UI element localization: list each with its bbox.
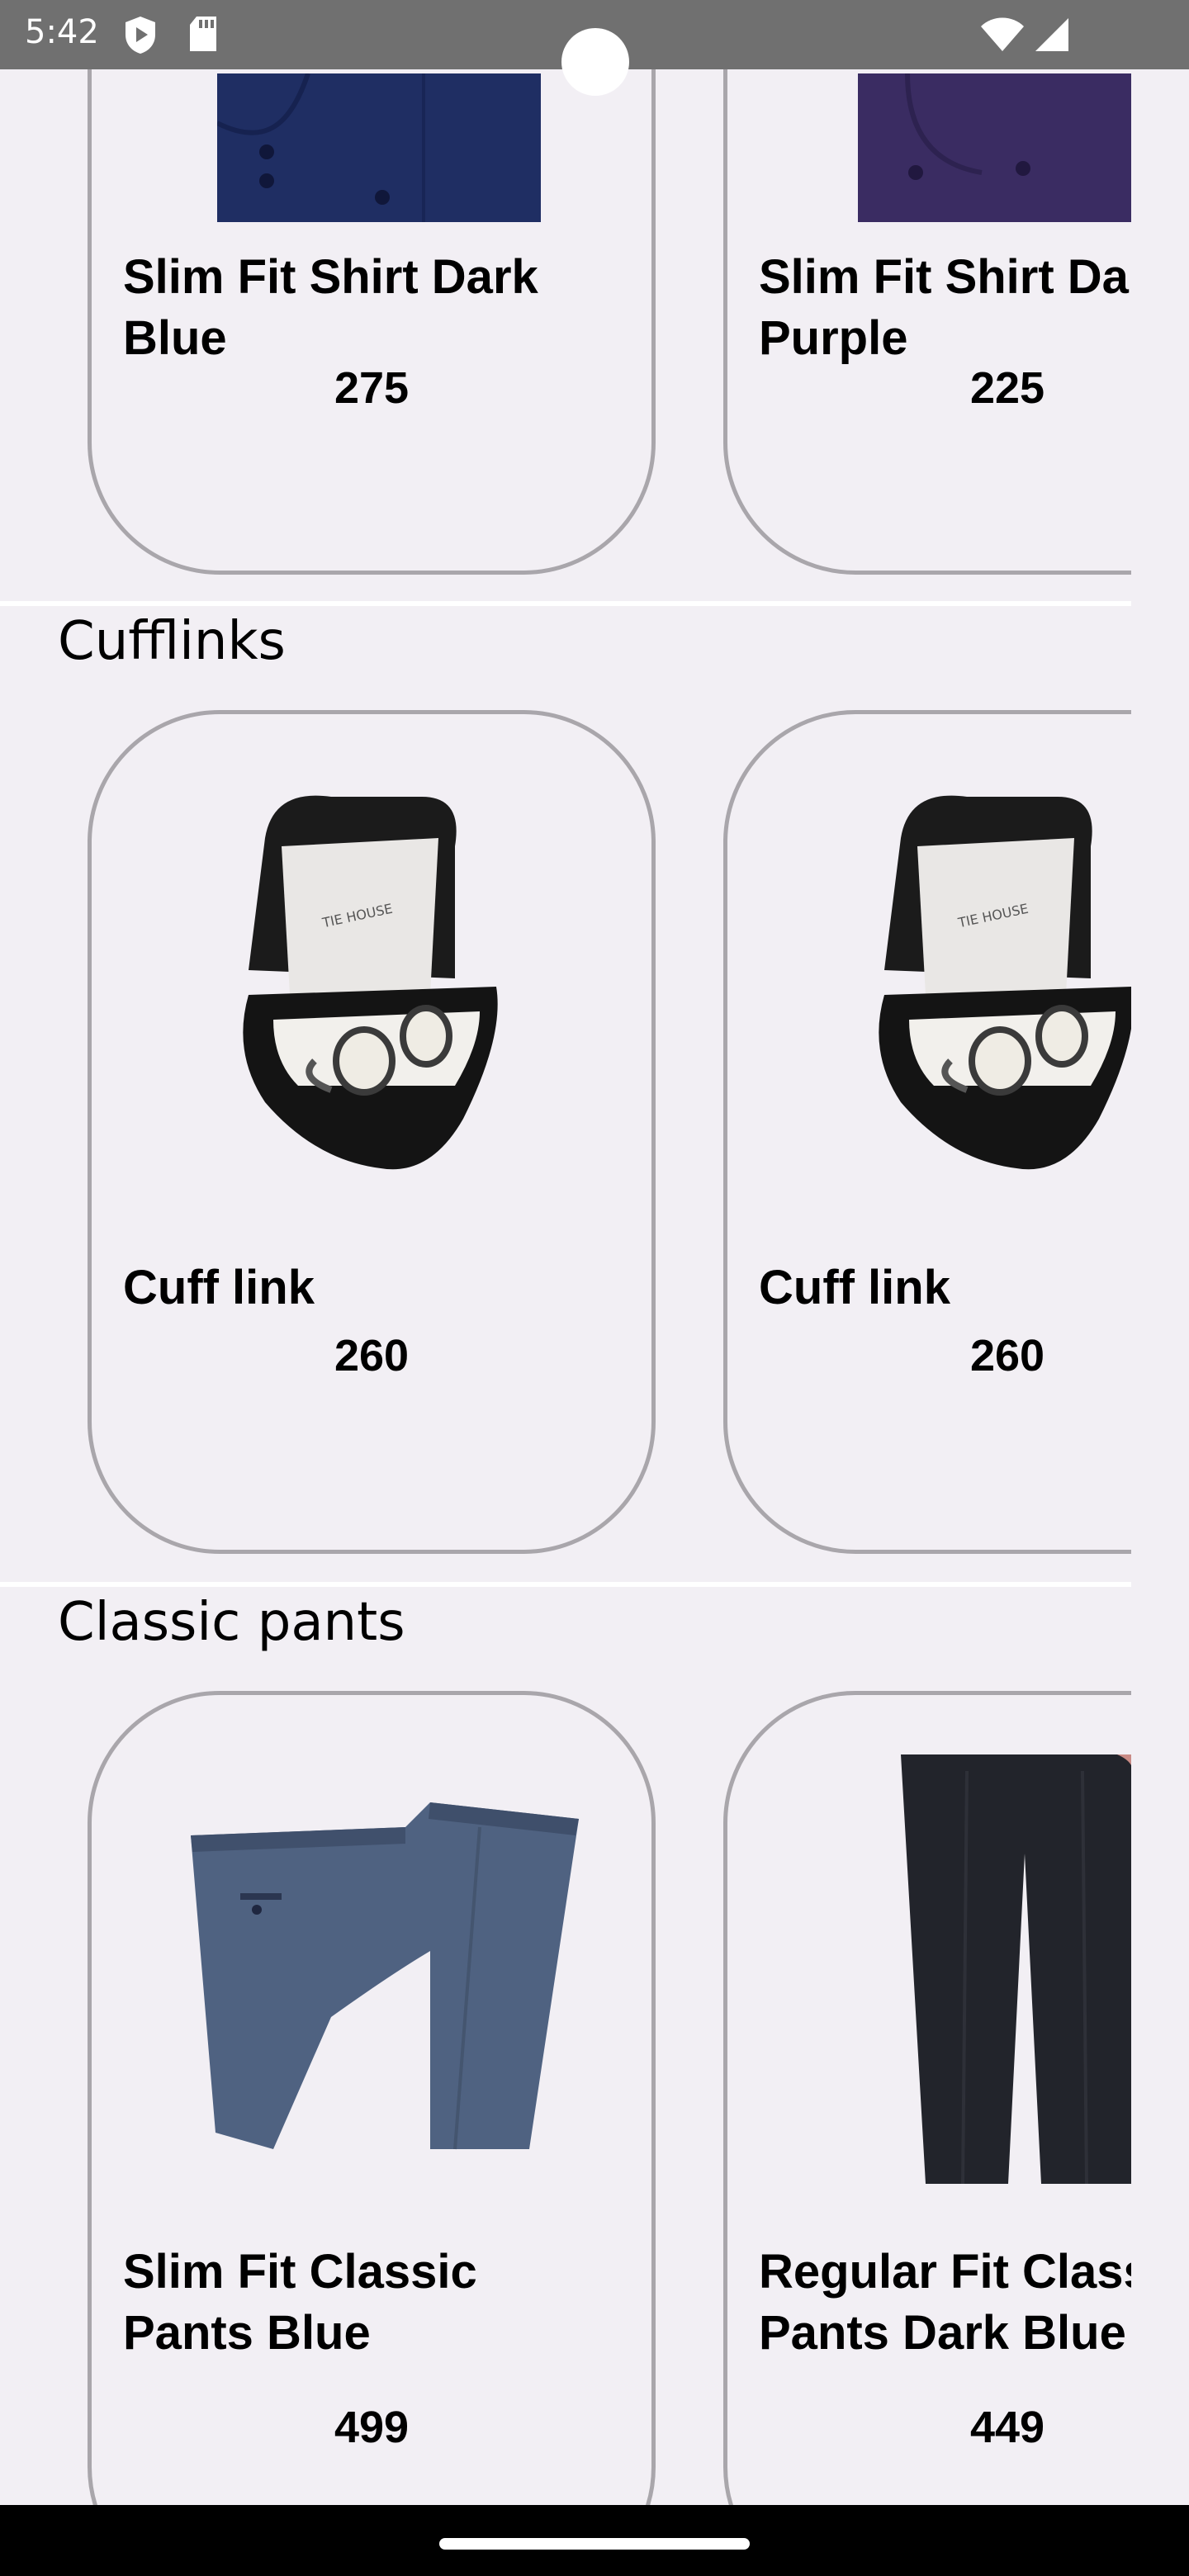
section-divider xyxy=(0,601,1131,606)
product-card[interactable]: TIE HOUSE Cuff link 260 xyxy=(723,710,1131,1554)
product-price: 275 xyxy=(334,363,410,413)
product-name: Cuff link xyxy=(759,1261,950,1314)
product-price: 260 xyxy=(334,1331,410,1380)
play-protect-icon xyxy=(122,15,159,59)
product-name: Slim Fit Shirt Dark Blue xyxy=(123,250,538,365)
section-title: Classic pants xyxy=(58,1592,405,1653)
navigation-bar xyxy=(0,2505,1189,2576)
status-bar: 5:42 xyxy=(0,0,1189,96)
product-card[interactable]: Slim Fit Shirt Dark Blue 275 xyxy=(88,69,656,575)
section-title: Cufflinks xyxy=(58,611,286,672)
product-card[interactable]: Regular Fit Classic Pants Dark Blue 449 xyxy=(723,1691,1131,2505)
product-image-pants-dark-blue xyxy=(901,1754,1131,2188)
section-divider xyxy=(0,1582,1131,1587)
wifi-icon xyxy=(979,17,1026,57)
product-image-shirt-purple xyxy=(858,73,1131,226)
product-price: 449 xyxy=(969,2403,1045,2452)
signal-icon xyxy=(1034,17,1070,57)
product-card[interactable]: Slim Fit Shirt Dark Purple 225 xyxy=(723,69,1131,575)
product-price: 499 xyxy=(334,2403,410,2452)
product-price: 225 xyxy=(969,363,1045,413)
product-name: Slim Fit Shirt Dark Purple xyxy=(759,250,1131,365)
product-list[interactable]: Slim Fit Shirt Dark Blue 275 Slim Fit Sh… xyxy=(0,69,1131,2505)
home-gesture-handle[interactable] xyxy=(439,2538,750,2550)
product-price: 260 xyxy=(969,1331,1045,1380)
product-image-pants-blue xyxy=(182,1786,587,2162)
status-time: 5:42 xyxy=(25,13,99,51)
product-name: Cuff link xyxy=(123,1261,315,1314)
product-card[interactable]: TIE HOUSE Cuff link 260 xyxy=(88,710,656,1554)
product-image-shirt-blue xyxy=(216,73,541,226)
product-name: Slim Fit Classic Pants Blue xyxy=(123,2245,477,2360)
product-image-cufflinks: TIE HOUSE xyxy=(851,788,1131,1181)
product-card[interactable]: Slim Fit Classic Pants Blue 499 xyxy=(88,1691,656,2505)
product-name: Regular Fit Classic Pants Dark Blue xyxy=(759,2245,1131,2360)
sd-card-icon xyxy=(187,15,220,57)
product-image-cufflinks: TIE HOUSE xyxy=(216,788,546,1181)
